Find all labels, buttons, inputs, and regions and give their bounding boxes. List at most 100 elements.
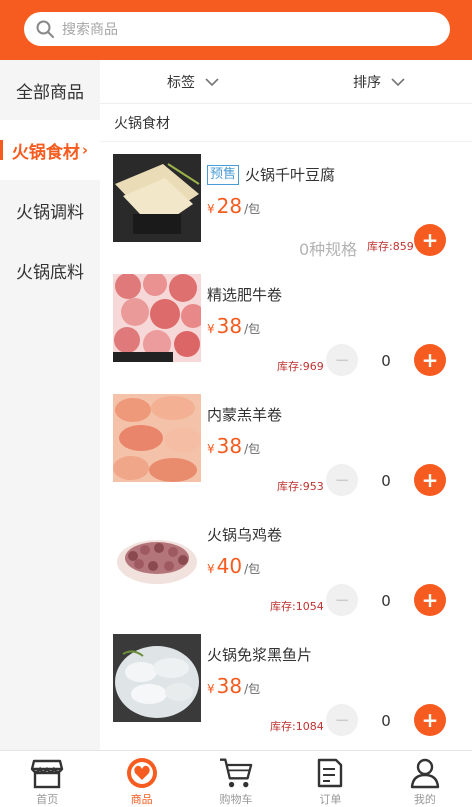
minus-icon: − [334, 589, 350, 611]
minus-icon: − [334, 709, 350, 731]
add-to-cart-button[interactable]: + [414, 224, 446, 256]
tab-home[interactable]: 首页 [0, 751, 94, 807]
product-panel: 标签 排序 火锅食材 预售 火锅千叶豆腐 ¥ 28 /包 0种规格 库存:859… [100, 60, 472, 750]
search-icon [36, 20, 54, 38]
decrease-quantity-button[interactable]: − [326, 704, 358, 736]
spec-count: 0种规格 [299, 240, 358, 259]
quantity-value: 0 [381, 472, 391, 490]
product-name-text: 火锅千叶豆腐 [245, 166, 336, 184]
sidebar-item-label: 火锅食材 [11, 142, 80, 163]
tab-goods[interactable]: 商品 [94, 751, 188, 807]
product-image[interactable] [113, 634, 201, 722]
increase-quantity-button[interactable]: + [414, 704, 446, 736]
product-price: ¥ 38 /包 [207, 674, 260, 698]
price-unit: /包 [244, 202, 261, 216]
product-item[interactable]: 预售 火锅千叶豆腐 ¥ 28 /包 0种规格 库存:859 + [100, 142, 472, 262]
stock-count: 库存:1054 [270, 600, 324, 613]
price-value: 38 [216, 434, 243, 458]
product-item[interactable]: 内蒙羔羊卷 ¥ 38 /包 库存:953 − 0 + [100, 382, 472, 502]
product-price: ¥ 28 /包 [207, 194, 260, 218]
minus-icon: − [334, 349, 350, 371]
tab-orders[interactable]: 订单 [283, 751, 377, 807]
product-item[interactable]: 火锅乌鸡卷 ¥ 40 /包 库存:1054 − 0 + [100, 502, 472, 622]
user-icon [410, 758, 440, 789]
plus-icon: + [421, 588, 439, 612]
shop-icon [31, 759, 64, 789]
sidebar-item-label: 火锅底料 [16, 262, 84, 283]
currency-symbol: ¥ [207, 442, 215, 456]
increase-quantity-button[interactable]: + [414, 464, 446, 496]
product-image[interactable] [113, 274, 201, 362]
product-price: ¥ 38 /包 [207, 314, 260, 338]
product-name-text: 内蒙羔羊卷 [207, 406, 283, 424]
sort-filter-label: 排序 [353, 74, 381, 91]
tab-label: 首页 [36, 793, 59, 806]
plus-icon: + [421, 708, 439, 732]
stock-count: 库存:969 [277, 360, 324, 373]
product-image[interactable] [113, 154, 201, 242]
stock-count: 库存:953 [277, 480, 324, 493]
section-title: 火锅食材 [100, 104, 472, 142]
currency-symbol: ¥ [207, 682, 215, 696]
product-price: ¥ 38 /包 [207, 434, 260, 458]
product-name-text: 精选肥牛卷 [207, 286, 283, 304]
tab-label: 我的 [413, 793, 436, 806]
stock-count: 库存:1084 [270, 720, 324, 733]
sidebar-item-hotpot-seasoning[interactable]: 火锅调料 [0, 180, 100, 240]
product-name: 火锅乌鸡卷 [207, 524, 282, 545]
bottom-tab-bar: 首页 商品 购物车 订单 我的 [0, 750, 472, 807]
tab-label: 商品 [130, 793, 153, 806]
stock-count: 库存:859 [367, 240, 414, 253]
chevron-down-icon [205, 77, 219, 86]
decrease-quantity-button[interactable]: − [326, 464, 358, 496]
plus-icon: + [421, 348, 439, 372]
decrease-quantity-button[interactable]: − [326, 344, 358, 376]
tab-cart[interactable]: 购物车 [189, 751, 283, 807]
tag-filter[interactable]: 标签 [100, 72, 286, 92]
tab-label: 购物车 [219, 793, 253, 806]
sidebar-item-label: 全部商品 [16, 82, 84, 103]
plus-icon: + [421, 468, 439, 492]
price-unit: /包 [244, 442, 261, 456]
quantity-value: 0 [381, 352, 391, 370]
cart-icon [220, 758, 253, 788]
plus-icon: + [421, 228, 439, 252]
currency-symbol: ¥ [207, 562, 215, 576]
price-value: 40 [216, 554, 243, 578]
sidebar-item-all[interactable]: 全部商品 [0, 60, 100, 120]
product-image[interactable] [113, 394, 201, 482]
sidebar-item-hotpot-base[interactable]: 火锅底料 [0, 240, 100, 300]
category-sidebar: 全部商品 火锅食材 › 火锅调料 火锅底料 [0, 60, 100, 750]
product-item[interactable]: 精选肥牛卷 ¥ 38 /包 库存:969 − 0 + [100, 262, 472, 382]
filter-bar: 标签 排序 [100, 60, 472, 104]
price-unit: /包 [244, 682, 261, 696]
increase-quantity-button[interactable]: + [414, 344, 446, 376]
minus-icon: − [334, 469, 350, 491]
goods-icon [126, 758, 157, 788]
tag-filter-label: 标签 [167, 74, 195, 91]
sidebar-item-hotpot-ingredients[interactable]: 火锅食材 › [0, 120, 100, 180]
search-placeholder: 搜索商品 [62, 22, 118, 38]
order-icon [318, 758, 343, 788]
product-name: 火锅免浆黑鱼片 [207, 644, 312, 665]
sidebar-item-label: 火锅调料 [16, 202, 84, 223]
increase-quantity-button[interactable]: + [414, 584, 446, 616]
price-unit: /包 [244, 562, 261, 576]
search-bar[interactable]: 搜索商品 [24, 12, 450, 46]
decrease-quantity-button[interactable]: − [326, 584, 358, 616]
product-item[interactable]: 火锅免浆黑鱼片 ¥ 38 /包 库存:1084 − 0 + [100, 622, 472, 742]
currency-symbol: ¥ [207, 202, 215, 216]
product-name: 预售 火锅千叶豆腐 [207, 164, 335, 185]
price-value: 28 [216, 194, 243, 218]
product-name-text: 火锅免浆黑鱼片 [207, 646, 313, 664]
quantity-value: 0 [381, 712, 391, 730]
tab-label: 订单 [319, 793, 342, 806]
sort-filter[interactable]: 排序 [286, 72, 472, 92]
top-bar: 搜索商品 [0, 0, 472, 60]
price-value: 38 [216, 674, 243, 698]
product-name: 精选肥牛卷 [207, 284, 282, 305]
currency-symbol: ¥ [207, 322, 215, 336]
chevron-right-icon: › [81, 141, 89, 159]
product-image[interactable] [113, 514, 201, 602]
tab-profile[interactable]: 我的 [378, 751, 472, 807]
